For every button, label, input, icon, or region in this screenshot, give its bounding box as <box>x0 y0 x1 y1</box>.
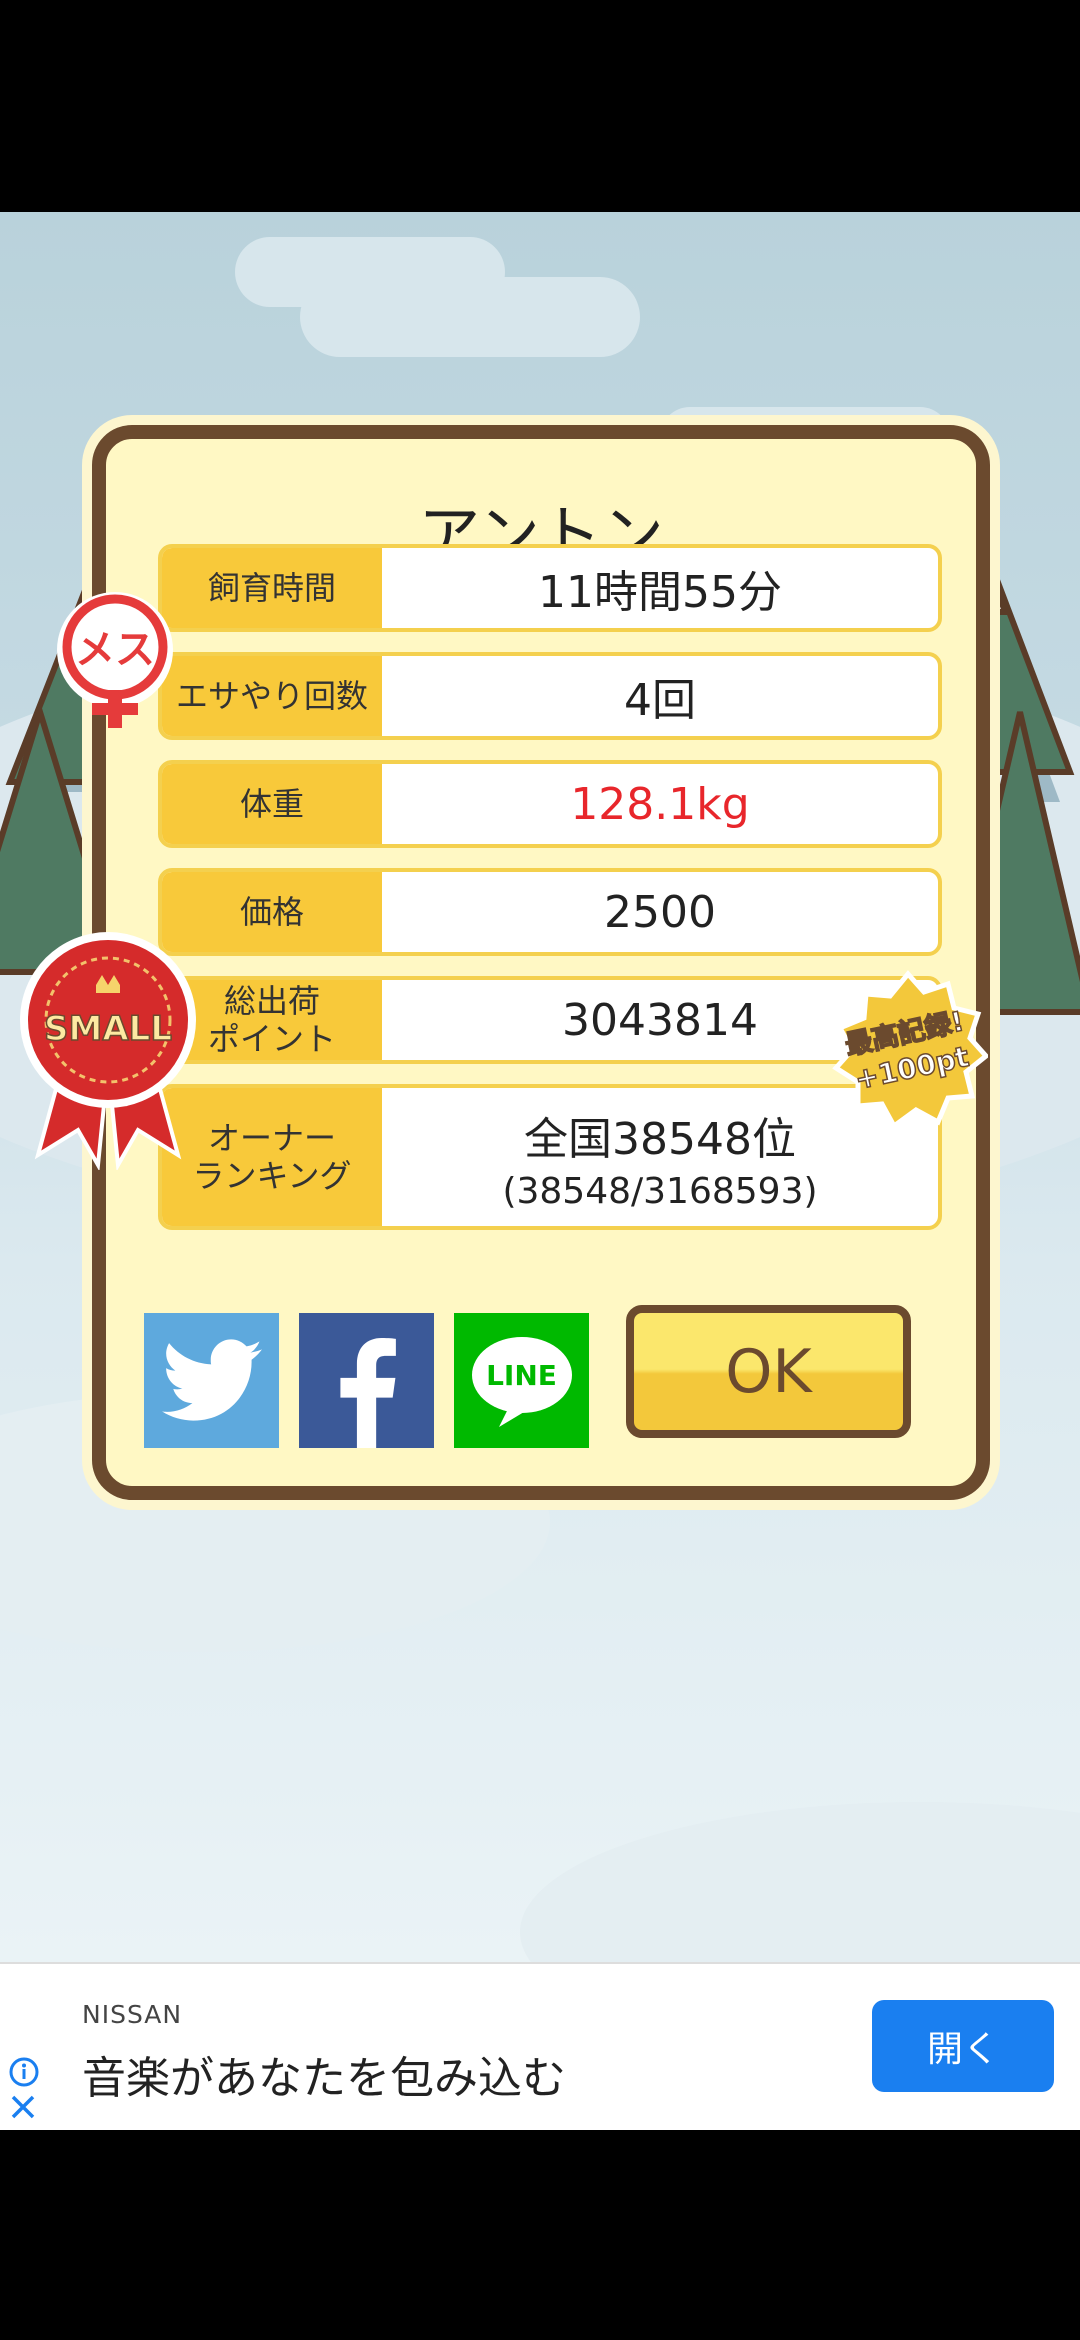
stat-row-raising-time: 飼育時間 11時間55分 <box>158 544 942 632</box>
snow-hill <box>520 1802 1080 1962</box>
ok-button[interactable]: OK <box>626 1305 911 1438</box>
facebook-share-button[interactable] <box>299 1313 434 1448</box>
ranking-detail: (38548/3168593) <box>502 1170 818 1212</box>
stat-row-shipping-points: 総出荷 ポイント 3043814 <box>158 976 942 1064</box>
ad-banner[interactable]: NISSAN 音楽があなたを包み込む 開く <box>0 1962 1080 2130</box>
twitter-icon <box>161 1338 262 1421</box>
size-label: SMALL <box>44 1009 172 1049</box>
ad-open-button[interactable]: 開く <box>872 2000 1054 2092</box>
record-badge: 最高記録! +100pt <box>832 970 988 1130</box>
twitter-share-button[interactable] <box>144 1313 279 1448</box>
stat-label: エサやり回数 <box>162 656 382 736</box>
stat-value: 2500 <box>604 886 716 938</box>
stat-label: 体重 <box>162 764 382 844</box>
stat-row-feeding-count: エサやり回数 4回 <box>158 652 942 740</box>
line-share-button[interactable]: LINE <box>454 1313 589 1448</box>
info-icon[interactable] <box>8 2056 40 2088</box>
close-icon[interactable] <box>8 2092 38 2122</box>
gender-label: メス <box>75 627 155 673</box>
facebook-icon <box>339 1338 396 1448</box>
pet-result-dialog: アントン 飼育時間 11時間55分 エサやり回数 4回 体重 128.1kg 価… <box>92 425 990 1500</box>
ad-headline: 音楽があなたを包み込む <box>82 2053 566 2104</box>
stat-value: 11時間55分 <box>538 567 782 618</box>
stat-row-weight: 体重 128.1kg <box>158 760 942 848</box>
female-gender-badge: メス <box>57 592 173 728</box>
cloud <box>300 277 640 357</box>
stat-label: 飼育時間 <box>162 548 382 628</box>
line-label: LINE <box>486 1359 557 1392</box>
stat-row-owner-ranking: オーナー ランキング 全国38548位 (38548/3168593) <box>158 1084 942 1230</box>
stat-value: 4回 <box>624 675 696 726</box>
size-ribbon-badge: SMALL <box>20 932 196 1170</box>
stat-row-price: 価格 2500 <box>158 868 942 956</box>
stat-value-weight: 128.1kg <box>570 778 750 830</box>
ranking-position: 全国38548位 <box>524 1113 796 1165</box>
ad-brand: NISSAN <box>82 2000 183 2029</box>
